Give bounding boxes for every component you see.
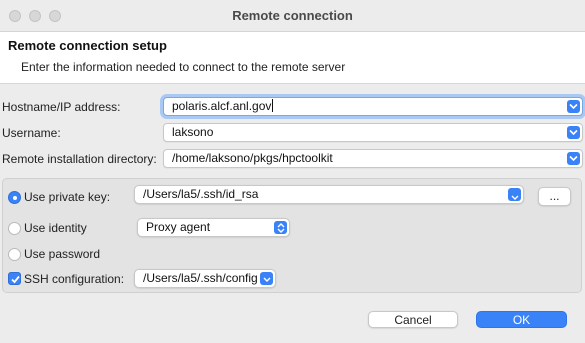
identity-radio[interactable]: [8, 222, 21, 235]
hostname-dropdown-icon[interactable]: [567, 100, 580, 113]
password-label: Use password: [24, 247, 101, 261]
identity-select[interactable]: Proxy agent: [137, 218, 290, 237]
identity-label: Use identity: [24, 221, 87, 235]
install-dir-dropdown-icon[interactable]: [567, 152, 580, 165]
hostname-combo[interactable]: polaris.alcf.anl.gov: [163, 97, 583, 116]
identity-updown-icon[interactable]: [274, 221, 287, 234]
identity-value: Proxy agent: [146, 220, 211, 234]
password-radio[interactable]: [8, 248, 21, 261]
install-dir-combo[interactable]: /home/laksono/pkgs/hpctoolkit: [163, 149, 583, 168]
ssh-config-dropdown-icon[interactable]: [260, 272, 273, 285]
setup-title: Remote connection setup: [8, 38, 167, 53]
private-key-radio[interactable]: [8, 191, 21, 204]
setup-description: Enter the information needed to connect …: [21, 60, 346, 74]
title-bar: Remote connection: [0, 0, 585, 32]
ssh-config-checkbox[interactable]: [8, 272, 21, 285]
private-key-combo[interactable]: /Users/la5/.ssh/id_rsa: [134, 185, 524, 204]
ssh-config-value: /Users/la5/.ssh/config: [143, 271, 258, 285]
private-key-value: /Users/la5/.ssh/id_rsa: [143, 187, 259, 201]
ok-button[interactable]: OK: [476, 311, 567, 328]
cancel-button[interactable]: Cancel: [368, 311, 458, 328]
hostname-label: Hostname/IP address:: [2, 100, 121, 114]
ssh-config-label: SSH configuration:: [24, 272, 125, 286]
username-label: Username:: [2, 126, 61, 140]
ssh-config-select[interactable]: /Users/la5/.ssh/config: [134, 269, 276, 288]
text-cursor: [272, 99, 274, 112]
username-combo[interactable]: laksono: [163, 123, 583, 142]
install-dir-label: Remote installation directory:: [2, 152, 157, 166]
header-panel: Remote connection setup Enter the inform…: [0, 32, 585, 84]
username-dropdown-icon[interactable]: [567, 126, 580, 139]
browse-key-button[interactable]: ...: [538, 187, 571, 206]
username-value: laksono: [172, 125, 214, 139]
private-key-dropdown-icon[interactable]: [508, 188, 521, 201]
hostname-value: polaris.alcf.anl.gov: [172, 99, 272, 113]
install-dir-value: /home/laksono/pkgs/hpctoolkit: [172, 151, 333, 165]
window-title: Remote connection: [232, 8, 353, 23]
private-key-label: Use private key:: [24, 190, 111, 204]
